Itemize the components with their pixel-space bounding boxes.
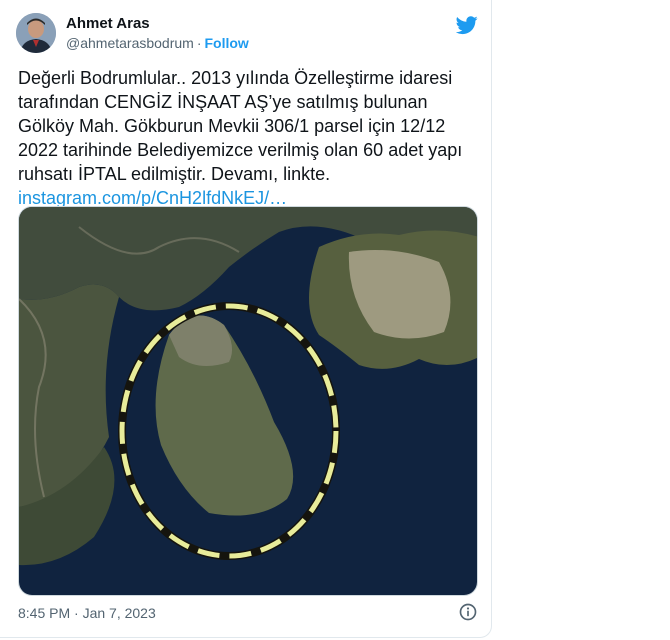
tweet-link[interactable]: instagram.com/p/CnH2lfdNkEJ/… xyxy=(18,188,287,208)
tweet-body: Değerli Bodrumlular.. 2013 yılında Özell… xyxy=(18,68,463,184)
info-icon[interactable] xyxy=(458,602,478,622)
tweet-text: Değerli Bodrumlular.. 2013 yılında Özell… xyxy=(18,66,478,210)
twitter-bird-icon[interactable] xyxy=(456,14,478,36)
follow-button[interactable]: Follow xyxy=(205,35,249,51)
separator-dot: · xyxy=(196,35,202,51)
tweet-image[interactable] xyxy=(18,206,478,596)
author-handle-line: @ahmetarasbodrum · Follow xyxy=(66,35,249,51)
author-name[interactable]: Ahmet Aras xyxy=(66,15,150,32)
tweet-card: Ahmet Aras @ahmetarasbodrum · Follow Değer… xyxy=(0,0,492,638)
satellite-map-image xyxy=(19,207,477,595)
avatar[interactable] xyxy=(16,13,56,53)
tweet-timestamp[interactable]: 8:45 PM · Jan 7, 2023 xyxy=(18,605,156,621)
author-handle[interactable]: @ahmetarasbodrum xyxy=(66,35,194,51)
